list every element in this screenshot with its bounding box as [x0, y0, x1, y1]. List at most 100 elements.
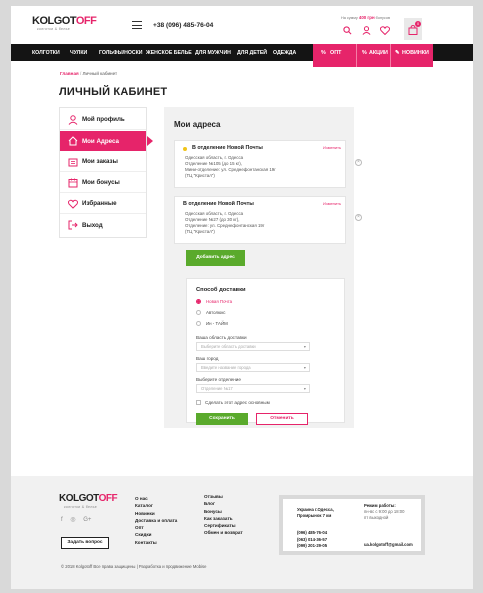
sidebar-item-bonuses[interactable]: Мои бонусы	[60, 173, 146, 193]
footer-logo-part2: OFF	[98, 493, 118, 504]
branch-select-value: Отделение №17	[201, 386, 233, 391]
footer-hours-line: пт выходной	[364, 515, 389, 520]
address-edit-link[interactable]: Изменить	[323, 145, 341, 150]
radio-label-autolux[interactable]: Автолюкс	[206, 310, 226, 315]
breadcrumb-home[interactable]: Главная	[60, 71, 79, 76]
active-arrow	[147, 136, 153, 146]
footer: KOLGOTOFF колготки & белье f ◎ G+ Задать…	[11, 476, 473, 589]
footer-email[interactable]: ua.kolgotoff@gmail.com	[364, 542, 413, 547]
sidebar-item-favorites[interactable]: Избранные	[60, 194, 146, 214]
save-button[interactable]: Сохранить	[196, 413, 248, 425]
nav-item-muzhchiny[interactable]: ДЛЯ МУЖЧИН	[195, 50, 231, 56]
ask-question-button[interactable]: Задать вопрос	[61, 537, 109, 549]
logo[interactable]: KOLGOTOFF	[32, 15, 97, 27]
delete-address-2-icon[interactable]: ×	[355, 214, 362, 221]
radio-autolux[interactable]	[196, 310, 201, 315]
cart-suffix: бонусов	[375, 16, 390, 20]
address-card-2[interactable]: В отделение Новой Почты Изменить Одесска…	[174, 196, 346, 244]
footer-links-col1: О нас Каталог Новинки Доставка и оплата …	[135, 495, 177, 546]
footer-logo-subtitle: колготки & белье	[64, 505, 98, 509]
logout-icon	[68, 220, 78, 230]
heart-icon[interactable]	[380, 26, 390, 35]
footer-logo-part1: KOLGOT	[59, 493, 99, 504]
logo-part2: OFF	[75, 15, 97, 27]
radio-label-intime[interactable]: Ин - ТАЙМ	[206, 321, 228, 326]
favorites-heart-icon	[68, 199, 78, 209]
home-icon	[68, 136, 78, 146]
address-card-title: В отделение Новой Почты	[192, 145, 263, 151]
footer-link[interactable]: Обмен и возврат	[204, 529, 243, 536]
city-label: Ваш город	[196, 356, 219, 361]
nav-item-deti[interactable]: ДЛЯ ДЕТЕЙ	[237, 50, 267, 56]
footer-link[interactable]: Скидки	[135, 531, 177, 538]
breadcrumb-current: Личный кабинет	[82, 71, 118, 76]
radio-intime[interactable]	[196, 321, 201, 326]
footer-link[interactable]: Опт	[135, 524, 177, 531]
footer-link[interactable]: Контакты	[135, 539, 177, 546]
nav-item-zhenskoe[interactable]: ЖЕНСКОЕ БЕЛЬЕ	[146, 50, 192, 56]
search-icon[interactable]	[343, 26, 352, 35]
user-icon[interactable]	[362, 26, 371, 35]
footer-link[interactable]: Бонусы	[204, 508, 243, 515]
region-select[interactable]: Выберите область доставки ▾	[196, 342, 310, 351]
radio-novaposhta[interactable]	[196, 299, 201, 304]
footer-contacts: Украина г.Одесса, Промрынок 7 км Режим р…	[279, 495, 425, 555]
star-icon: ✎	[395, 50, 400, 56]
header-phone[interactable]: +38 (096) 485-76-04	[153, 22, 213, 29]
sidebar-label-addresses: Мои Адреса	[82, 137, 119, 145]
sidebar-item-profile[interactable]: Мой профиль	[60, 110, 146, 130]
orders-icon	[68, 158, 78, 167]
region-label: Ваша область доставки	[196, 335, 247, 340]
footer-link[interactable]: Блог	[204, 500, 243, 507]
address-line: (ТЦ "Кристал")	[185, 173, 215, 178]
nav-item-chulki[interactable]: ЧУЛКИ	[70, 50, 87, 56]
cancel-button[interactable]: Отменить	[256, 413, 308, 425]
nav-item-golfy[interactable]: ГОЛЬФЫ/НОСКИ	[99, 50, 143, 56]
menu-icon[interactable]	[132, 21, 142, 29]
branch-select[interactable]: Отделение №17 ▾	[196, 384, 310, 393]
instagram-icon[interactable]: ◎	[70, 517, 75, 523]
cart-box[interactable]: 0	[404, 18, 422, 40]
footer-hours: Режим работы: пн-вс с 9:00 до 18:00 пт в…	[364, 503, 404, 521]
sidebar-item-addresses[interactable]: Мои Адреса	[60, 131, 153, 151]
default-checkbox-label[interactable]: Сделать этот адрес основным	[205, 400, 270, 405]
addresses-title: Мои адреса	[174, 120, 221, 129]
city-input[interactable]: Введите название города ▾	[196, 363, 310, 372]
nav-opt[interactable]: % ОПТ	[313, 44, 356, 67]
footer-link[interactable]: Отзывы	[204, 493, 243, 500]
footer-link[interactable]: Доставка и оплата	[135, 517, 177, 524]
nav-new[interactable]: ✎ НОВИНКИ	[390, 44, 433, 67]
address-card-1[interactable]: В отделение Новой Почты Изменить Одесска…	[174, 140, 346, 188]
chevron-down-icon: ▾	[303, 386, 306, 391]
footer-link[interactable]: Как заказать	[204, 515, 243, 522]
address-card-title: В отделение Новой Почты	[183, 201, 254, 207]
sidebar-item-logout[interactable]: Выход	[60, 215, 146, 235]
delete-address-1-icon[interactable]: ×	[355, 159, 362, 166]
delivery-title: Способ доставки	[196, 287, 246, 293]
footer-link[interactable]: Каталог	[135, 502, 177, 509]
sidebar-label-bonuses: Мои бонусы	[82, 179, 120, 186]
address-line: (ТЦ "Кристал")	[185, 229, 215, 234]
footer-phones: (096) 485-76-04 (063) 014-36-57 (099) 20…	[297, 530, 327, 550]
facebook-icon[interactable]: f	[61, 517, 63, 523]
nav-item-kolgotki[interactable]: КОЛГОТКИ	[32, 50, 60, 56]
city-input-placeholder: Введите название города	[201, 365, 251, 370]
google-plus-icon[interactable]: G+	[83, 517, 91, 523]
footer-logo[interactable]: KOLGOTOFF	[59, 493, 118, 504]
default-checkbox[interactable]	[196, 400, 201, 405]
page: KOLGOTOFF колготки & белье +38 (096) 485…	[11, 6, 473, 589]
footer-phone[interactable]: (096) 485-76-04	[297, 530, 327, 537]
footer-link[interactable]: О нас	[135, 495, 177, 502]
footer-link[interactable]: Сертификаты	[204, 522, 243, 529]
radio-label-novaposhta[interactable]: Новая Почта	[206, 299, 232, 304]
footer-link[interactable]: Новинки	[135, 510, 177, 517]
add-address-button[interactable]: Добавить адрес	[186, 250, 245, 266]
cart-amount: 400 грн	[358, 15, 375, 20]
footer-phone[interactable]: (099) 201-29-05	[297, 543, 327, 550]
nav-fade	[300, 44, 312, 61]
address-edit-link[interactable]: Изменить	[323, 201, 341, 206]
sidebar-label-favorites: Избранные	[82, 200, 117, 207]
nav-item-odezhda[interactable]: ОДЕЖДА	[273, 50, 296, 56]
nav-sale[interactable]: % АКЦИИ	[356, 44, 390, 67]
sidebar-item-orders[interactable]: Мои заказы	[60, 152, 146, 172]
